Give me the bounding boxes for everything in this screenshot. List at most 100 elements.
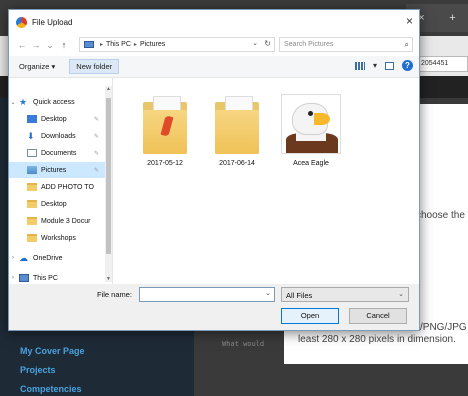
view-dropdown-icon[interactable]: ▾ bbox=[373, 61, 377, 70]
eagle-image-thumbnail bbox=[281, 94, 341, 154]
pin-icon: ✎ bbox=[93, 150, 99, 157]
tree-item-label: Quick access bbox=[33, 98, 75, 106]
tree-item-pictures[interactable]: Pictures ✎ bbox=[9, 162, 105, 178]
documents-icon bbox=[27, 149, 37, 157]
tree-item-add-photo[interactable]: ADD PHOTO TO bbox=[9, 179, 105, 195]
tree-item-label: Desktop bbox=[41, 115, 67, 123]
nav-scrollbar[interactable]: ▲ ▼ bbox=[105, 86, 112, 282]
open-button[interactable]: Open bbox=[281, 308, 339, 324]
tree-item-label: Downloads bbox=[41, 132, 76, 140]
navigation-pane: ⌄ ★ Quick access Desktop ✎ ⬇ Downloads ✎… bbox=[9, 78, 113, 284]
tree-item-label: This PC bbox=[33, 274, 58, 282]
tree-item-label: Module 3 Docur bbox=[41, 217, 91, 225]
tree-item-desktop-folder[interactable]: Desktop bbox=[9, 196, 105, 212]
tree-item-desktop[interactable]: Desktop ✎ bbox=[9, 111, 105, 127]
tree-item-quick-access[interactable]: ⌄ ★ Quick access bbox=[9, 94, 105, 110]
tree-item-onedrive[interactable]: › ☁ OneDrive bbox=[9, 250, 105, 266]
dialog-footer: File name: ⌄ All Files ⌄ Open Cancel bbox=[9, 284, 419, 330]
nav-link-cover-page[interactable]: My Cover Page bbox=[20, 346, 85, 356]
forward-arrow-icon[interactable]: → bbox=[29, 40, 43, 50]
site-instruction-text: choose the bbox=[416, 210, 465, 221]
file-name-label: Acea Eagle bbox=[293, 160, 329, 167]
expand-arrow-icon[interactable]: › bbox=[9, 255, 17, 261]
folder-icon bbox=[143, 94, 187, 156]
folder-icon bbox=[27, 234, 37, 242]
view-controls: ▾ ? bbox=[354, 60, 413, 71]
command-bar: Organize ▾ New folder ▾ ? bbox=[9, 56, 419, 78]
up-arrow-icon[interactable]: ↑ bbox=[57, 40, 71, 50]
this-pc-icon bbox=[84, 41, 94, 48]
search-input[interactable]: Search Pictures bbox=[279, 37, 413, 52]
file-name-label: 2017-05-12 bbox=[147, 160, 183, 167]
file-name-label: 2017-06-14 bbox=[219, 160, 255, 167]
new-tab-icon[interactable]: + bbox=[449, 12, 455, 24]
address-bar[interactable]: ▸ This PC ▸ Pictures ⌄ ↻ bbox=[79, 37, 275, 52]
new-folder-button[interactable]: New folder bbox=[69, 59, 120, 74]
tree-item-downloads[interactable]: ⬇ Downloads ✎ bbox=[9, 128, 105, 144]
desktop-icon bbox=[27, 115, 37, 123]
this-pc-icon bbox=[19, 274, 29, 282]
site-prompt-text: What would bbox=[222, 340, 265, 348]
onedrive-icon: ☁ bbox=[19, 253, 28, 263]
file-item-folder[interactable]: 2017-06-14 bbox=[205, 94, 269, 167]
close-button[interactable]: × bbox=[406, 15, 413, 27]
expand-arrow-icon[interactable]: › bbox=[9, 275, 17, 281]
site-size-text: least 280 x 280 pixels in dimension. bbox=[298, 334, 456, 345]
chrome-icon bbox=[16, 16, 27, 28]
dialog-title: File Upload bbox=[32, 17, 73, 27]
tree-item-label: ADD PHOTO TO bbox=[41, 183, 94, 191]
expand-arrow-icon[interactable]: ⌄ bbox=[9, 99, 17, 106]
view-options-icon[interactable] bbox=[354, 61, 365, 70]
address-dropdown-icon[interactable]: ⌄ bbox=[252, 39, 258, 47]
browser-address-fragment[interactable]: 2054451 bbox=[418, 56, 468, 72]
tree-item-label: Documents bbox=[41, 149, 77, 157]
breadcrumb-this-pc[interactable]: This PC bbox=[106, 41, 131, 48]
tree-item-workshops[interactable]: Workshops bbox=[9, 230, 105, 246]
tree-item-module-3[interactable]: Module 3 Docur bbox=[9, 213, 105, 229]
folder-icon bbox=[27, 217, 37, 225]
dialog-titlebar: File Upload × bbox=[9, 10, 419, 34]
pin-icon: ✎ bbox=[93, 116, 99, 123]
folder-icon bbox=[215, 94, 259, 156]
pictures-icon bbox=[27, 166, 37, 174]
breadcrumb-chevron-icon: ▸ bbox=[133, 42, 137, 48]
tree-item-documents[interactable]: Documents ✎ bbox=[9, 145, 105, 161]
pin-icon: ✎ bbox=[93, 167, 99, 174]
file-name-field-label: File name: bbox=[97, 290, 133, 299]
file-name-input[interactable] bbox=[139, 287, 275, 302]
scroll-up-icon[interactable]: ▲ bbox=[105, 86, 112, 92]
folder-icon bbox=[27, 200, 37, 208]
breadcrumb-chevron-icon: ▸ bbox=[100, 42, 104, 48]
scrollbar-thumb[interactable] bbox=[106, 98, 111, 254]
back-arrow-icon[interactable]: ← bbox=[15, 40, 29, 50]
file-upload-dialog: File Upload × ← → ⌄ ↑ ▸ This PC ▸ Pictur… bbox=[8, 9, 420, 331]
recent-locations-icon[interactable]: ⌄ bbox=[43, 40, 57, 51]
tree-item-label: Desktop bbox=[41, 200, 67, 208]
downloads-icon: ⬇ bbox=[27, 131, 35, 141]
tree-item-label: OneDrive bbox=[33, 254, 63, 262]
pin-icon: ✎ bbox=[93, 133, 99, 140]
file-item-image[interactable]: Acea Eagle bbox=[279, 94, 343, 167]
chevron-down-icon: ⌄ bbox=[398, 291, 404, 298]
site-format-text: /PNG/JPG bbox=[420, 322, 467, 333]
refresh-icon[interactable]: ↻ bbox=[264, 39, 271, 48]
nav-link-competencies[interactable]: Competencies bbox=[20, 384, 82, 394]
chevron-down-icon[interactable]: ⌄ bbox=[265, 289, 271, 297]
search-icon[interactable]: ⌕ bbox=[405, 40, 409, 50]
nav-link-projects[interactable]: Projects bbox=[20, 365, 56, 375]
tree-item-label: Workshops bbox=[41, 234, 76, 242]
file-list: 2017-05-12 2017-06-14 Acea Eagle bbox=[113, 78, 419, 284]
breadcrumb-pictures[interactable]: Pictures bbox=[140, 41, 165, 48]
folder-icon bbox=[27, 183, 37, 191]
file-type-value: All Files bbox=[286, 291, 313, 300]
preview-pane-icon[interactable] bbox=[385, 61, 394, 70]
cancel-button[interactable]: Cancel bbox=[349, 308, 407, 324]
file-item-folder[interactable]: 2017-05-12 bbox=[133, 94, 197, 167]
file-type-select[interactable]: All Files ⌄ bbox=[281, 287, 409, 302]
tree-item-label: Pictures bbox=[41, 166, 67, 174]
organize-button[interactable]: Organize ▾ bbox=[13, 60, 61, 73]
navigation-bar: ← → ⌄ ↑ ▸ This PC ▸ Pictures ⌄ ↻ Search … bbox=[9, 34, 419, 56]
help-icon[interactable]: ? bbox=[402, 60, 413, 71]
star-icon: ★ bbox=[19, 97, 28, 107]
scroll-down-icon[interactable]: ▼ bbox=[105, 276, 112, 282]
